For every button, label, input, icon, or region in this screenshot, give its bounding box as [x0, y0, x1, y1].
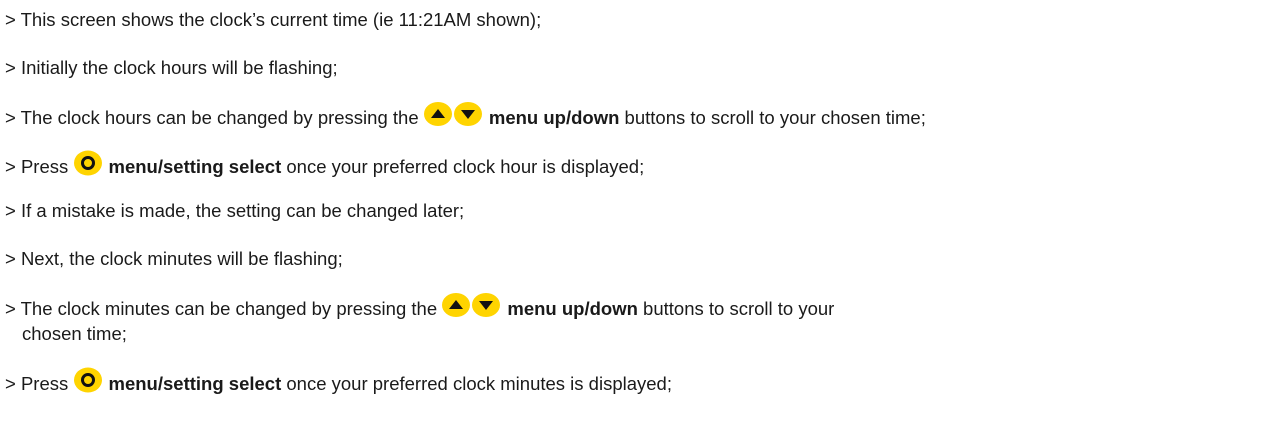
line-7-text-bold: menu up/down: [507, 297, 638, 319]
line-7-text-cont: chosen time;: [22, 323, 127, 344]
instruction-line-6: > Next, the clock minutes will be flashi…: [5, 247, 343, 271]
instruction-line-5: > If a mistake is made, the setting can …: [5, 199, 464, 223]
line-4-text-bold: menu/setting select: [108, 155, 282, 177]
line-8-text-pre: > Press: [5, 372, 69, 394]
line-3-text-pre: > The clock hours can be changed by pres…: [5, 106, 419, 128]
up-down-arrow-buttons-icon: [442, 293, 502, 323]
line-3-text-post: buttons to scroll to your chosen time;: [624, 106, 926, 128]
up-down-arrow-buttons-icon: [423, 102, 484, 132]
circle-select-button-icon: [73, 367, 103, 399]
instruction-line-8: > Press menu/setting select once your pr…: [5, 367, 672, 401]
line-6-text: > Next, the clock minutes will be flashi…: [5, 248, 343, 269]
line-3-text-bold: menu up/down: [488, 106, 620, 128]
instruction-line-4: > Press menu/setting select once your pr…: [5, 150, 645, 184]
instruction-line-2: > Initially the clock hours will be flas…: [5, 56, 338, 80]
line-1-text: > This screen shows the clock’s current …: [5, 9, 542, 30]
instruction-line-7-continued: chosen time;: [22, 322, 127, 346]
line-7-text-post: buttons to scroll to your: [643, 297, 835, 319]
line-4-text-pre: > Press: [5, 155, 69, 177]
line-7-text-pre: > The clock minutes can be changed by pr…: [5, 297, 438, 319]
line-4-text-post: once your preferred clock hour is displa…: [286, 155, 645, 177]
instruction-line-3: > The clock hours can be changed by pres…: [5, 102, 926, 134]
instruction-line-7: > The clock minutes can be changed by pr…: [5, 293, 835, 325]
line-2-text: > Initially the clock hours will be flas…: [5, 57, 338, 78]
line-8-text-post: once your preferred clock minutes is dis…: [286, 372, 672, 394]
circle-select-button-icon: [73, 150, 103, 182]
line-8-text-bold: menu/setting select: [108, 372, 282, 394]
line-5-text: > If a mistake is made, the setting can …: [5, 200, 465, 221]
instruction-line-1: > This screen shows the clock’s current …: [5, 8, 541, 32]
